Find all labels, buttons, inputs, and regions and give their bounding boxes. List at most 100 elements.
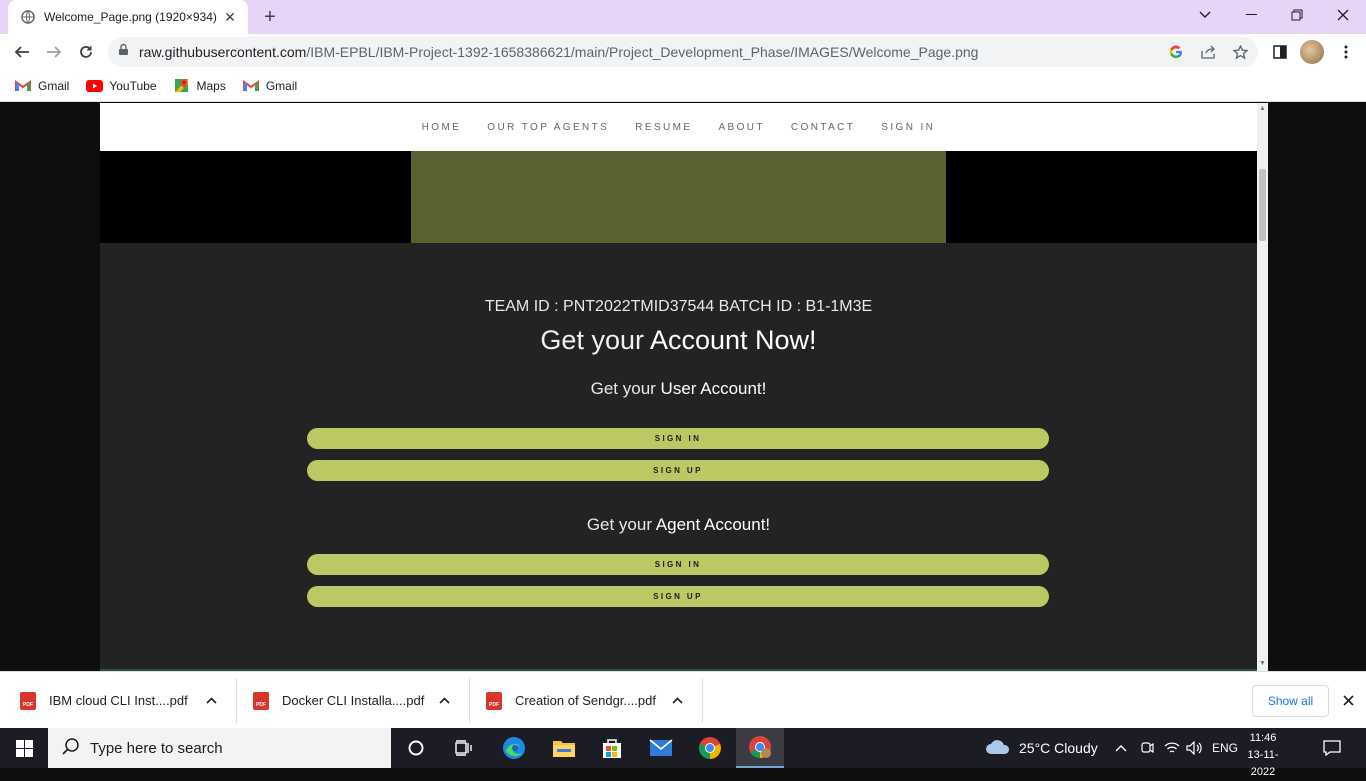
- close-tab-icon[interactable]: ✕: [222, 9, 238, 25]
- pdf-file-icon: PDF: [20, 691, 36, 710]
- user-account-heading: Get your User Account!: [590, 379, 767, 398]
- bookmark-star-icon[interactable]: [1232, 44, 1248, 60]
- show-all-downloads-button[interactable]: Show all: [1252, 685, 1329, 717]
- search-icon: [62, 737, 80, 760]
- gmail-icon: [242, 79, 260, 93]
- kebab-menu-icon[interactable]: [1338, 44, 1354, 60]
- address-bar[interactable]: raw.githubusercontent.com/IBM-EPBL/IBM-P…: [108, 37, 1258, 67]
- clock-date: 13-11-2022: [1247, 749, 1279, 778]
- clock-time: 11:46: [1249, 732, 1277, 744]
- user-sign-up-button[interactable]: SIGN UP: [307, 460, 1049, 481]
- welcome-page-image: HOME OUR TOP AGENTS RESUME ABOUT CONTACT…: [100, 103, 1257, 671]
- chrome-icon[interactable]: [686, 728, 734, 768]
- scroll-up-icon[interactable]: ▲: [1259, 105, 1266, 113]
- cortana-icon[interactable]: [392, 728, 440, 768]
- tab-strip: Welcome_Page.png (1920×934) ✕ +: [0, 0, 1366, 34]
- lock-icon[interactable]: [118, 43, 129, 61]
- gmail-icon: [14, 79, 32, 93]
- system-clock[interactable]: 11:46 13-11-2022: [1238, 730, 1288, 781]
- language-indicator[interactable]: ENG: [1212, 728, 1238, 768]
- search-placeholder: Type here to search: [90, 739, 223, 757]
- side-panel-icon[interactable]: [1272, 44, 1288, 60]
- bookmark-label: Maps: [196, 78, 226, 93]
- tab-title: Welcome_Page.png (1920×934): [44, 10, 217, 24]
- nav-contact[interactable]: CONTACT: [791, 122, 855, 133]
- download-name: IBM cloud CLI Inst....pdf: [49, 693, 188, 708]
- back-icon[interactable]: [8, 38, 36, 66]
- site-nav: HOME OUR TOP AGENTS RESUME ABOUT CONTACT…: [100, 103, 1257, 151]
- agent-sign-up-button[interactable]: SIGN UP: [307, 586, 1049, 607]
- share-icon[interactable]: [1200, 44, 1216, 60]
- weather-text: 25°C Cloudy: [1019, 740, 1098, 756]
- nav-top-agents[interactable]: OUR TOP AGENTS: [487, 122, 609, 133]
- taskbar-search-box[interactable]: Type here to search: [48, 728, 391, 768]
- page-scrollbar[interactable]: ▲ ▼: [1257, 103, 1268, 671]
- agent-account-heading: Get your Agent Account!: [586, 515, 771, 534]
- close-downloads-icon[interactable]: [1338, 690, 1358, 710]
- reload-icon[interactable]: [72, 38, 100, 66]
- chrome-profile-active-icon[interactable]: [736, 728, 784, 768]
- chevron-up-icon[interactable]: [201, 691, 221, 711]
- nav-home[interactable]: HOME: [422, 122, 462, 133]
- windows-start-icon[interactable]: [0, 728, 48, 768]
- bookmark-gmail-2[interactable]: Gmail: [242, 79, 297, 93]
- nav-about[interactable]: ABOUT: [718, 122, 764, 133]
- minimize-button[interactable]: [1228, 0, 1274, 30]
- browser-tab[interactable]: Welcome_Page.png (1920×934) ✕: [8, 0, 248, 34]
- new-tab-button[interactable]: +: [258, 6, 282, 28]
- restore-button[interactable]: [1274, 0, 1320, 30]
- close-window-button[interactable]: [1320, 0, 1366, 30]
- notifications-icon[interactable]: [1323, 728, 1341, 768]
- maps-icon: [173, 79, 191, 93]
- team-id-text: TEAM ID : PNT2022TMID37544 BATCH ID : B1…: [484, 298, 873, 315]
- pdf-file-icon: PDF: [253, 691, 269, 710]
- bookmark-label: Gmail: [265, 78, 298, 93]
- download-separator: [702, 678, 703, 723]
- edge-browser-icon[interactable]: [490, 728, 538, 768]
- downloads-bar: PDF IBM cloud CLI Inst....pdf PDF Docker…: [0, 671, 1366, 728]
- bookmark-youtube[interactable]: YouTube: [85, 78, 157, 93]
- download-item[interactable]: PDF Creation of Sendgr....pdf: [466, 672, 687, 729]
- show-hidden-icons-icon[interactable]: [1115, 728, 1127, 768]
- google-icon[interactable]: [1168, 44, 1184, 60]
- user-sign-in-button[interactable]: SIGN IN: [307, 428, 1049, 449]
- nav-sign-in[interactable]: SIGN IN: [881, 122, 935, 133]
- meet-now-icon[interactable]: [1140, 728, 1154, 768]
- bookmark-maps[interactable]: Maps: [173, 79, 226, 93]
- bookmark-gmail[interactable]: Gmail: [14, 79, 69, 93]
- download-name: Docker CLI Installa....pdf: [282, 693, 425, 708]
- microsoft-store-icon[interactable]: [588, 728, 636, 768]
- windows-taskbar: Type here to search 25°C Cloudy ENG 11:4…: [0, 728, 1366, 778]
- scrollbar-thumb[interactable]: [1259, 169, 1266, 241]
- bookmark-label: YouTube: [109, 78, 157, 93]
- hero-section: [100, 151, 1257, 243]
- network-wifi-icon[interactable]: [1164, 728, 1180, 768]
- chevron-up-icon[interactable]: [434, 691, 454, 711]
- agent-sign-in-button[interactable]: SIGN IN: [307, 554, 1049, 575]
- nav-resume[interactable]: RESUME: [635, 122, 692, 133]
- chevron-up-icon[interactable]: [667, 691, 687, 711]
- browser-toolbar: raw.githubusercontent.com/IBM-EPBL/IBM-P…: [0, 34, 1366, 70]
- bookmarks-bar: Gmail YouTube Maps Gmail: [0, 70, 1366, 102]
- browser-viewport: HOME OUR TOP AGENTS RESUME ABOUT CONTACT…: [0, 103, 1366, 671]
- volume-icon[interactable]: [1186, 728, 1204, 768]
- download-item[interactable]: PDF IBM cloud CLI Inst....pdf: [0, 672, 221, 729]
- download-item[interactable]: PDF Docker CLI Installa....pdf: [233, 672, 454, 729]
- pdf-file-icon: PDF: [486, 691, 502, 710]
- bookmark-label: Gmail: [38, 78, 70, 93]
- forward-icon[interactable]: [40, 38, 68, 66]
- hero-banner: [411, 151, 946, 243]
- mail-icon[interactable]: [637, 728, 685, 768]
- download-name: Creation of Sendgr....pdf: [515, 693, 656, 708]
- scroll-down-icon[interactable]: ▼: [1259, 660, 1266, 668]
- url-text: raw.githubusercontent.com/IBM-EPBL/IBM-P…: [139, 44, 979, 60]
- youtube-icon: [85, 79, 103, 93]
- page-title: Get your Account Now!: [540, 325, 817, 355]
- globe-icon: [20, 9, 36, 25]
- weather-widget[interactable]: 25°C Cloudy: [985, 728, 1098, 768]
- file-explorer-icon[interactable]: [540, 728, 588, 768]
- task-view-icon[interactable]: [440, 728, 488, 768]
- profile-avatar[interactable]: [1300, 40, 1324, 64]
- tab-search-chevron-icon[interactable]: [1182, 0, 1228, 30]
- cloud-icon: [985, 739, 1011, 758]
